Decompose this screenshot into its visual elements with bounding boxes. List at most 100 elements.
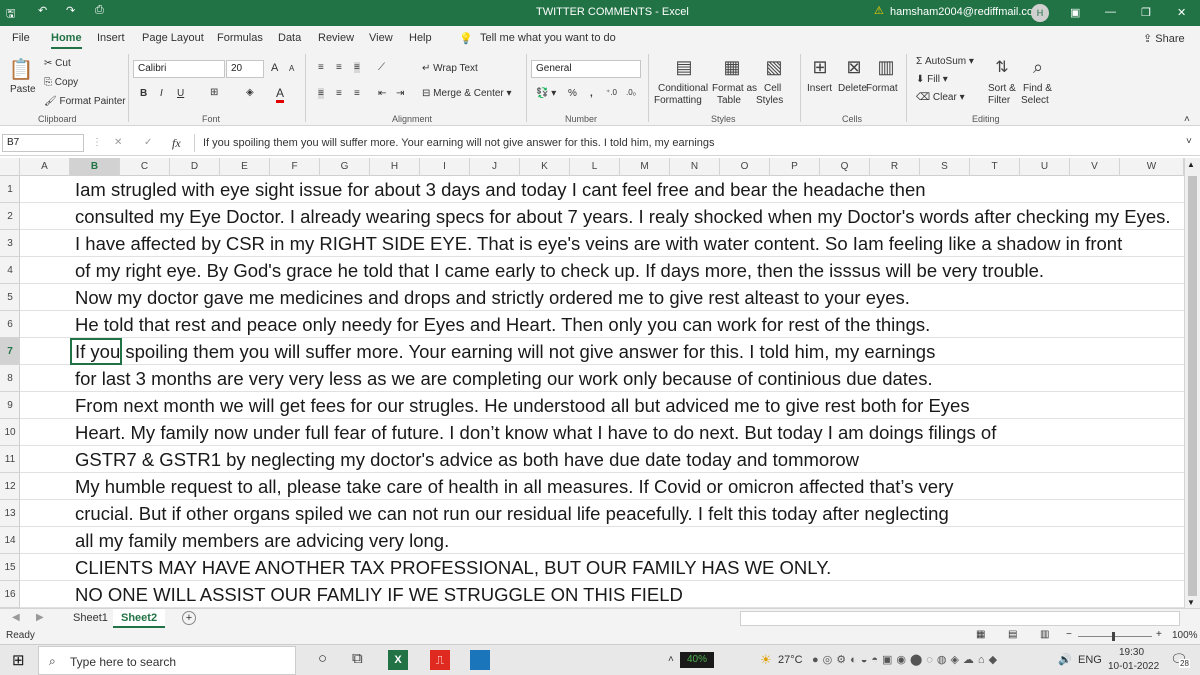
increase-decimal-icon[interactable]: ⁺.0	[606, 88, 617, 97]
cell-styles-icon[interactable]: ▧	[760, 54, 788, 80]
zoom-in-icon[interactable]: +	[1156, 629, 1162, 640]
notification-count[interactable]: 28	[1179, 659, 1190, 668]
sheet-tab-sheet1[interactable]: Sheet1	[73, 612, 108, 624]
sort-label[interactable]: Sort &	[988, 83, 1016, 94]
column-header[interactable]: J	[470, 158, 520, 176]
borders-icon[interactable]: ⊞	[210, 87, 218, 98]
prev-sheet-icon[interactable]: ◀	[12, 612, 20, 623]
collapse-ribbon-icon[interactable]: ˄	[1184, 114, 1190, 125]
fill-color-icon[interactable]: ◈	[246, 87, 254, 98]
row-header[interactable]: 16	[0, 581, 20, 608]
normal-view-icon[interactable]: ▦	[976, 629, 985, 640]
row-header[interactable]: 4	[0, 257, 20, 284]
zoom-level[interactable]: 100%	[1172, 630, 1198, 641]
show-hidden-icons[interactable]: ˄	[668, 654, 674, 665]
row-header[interactable]: 10	[0, 419, 20, 446]
decrease-indent-icon[interactable]: ⇤	[378, 88, 386, 99]
percent-button[interactable]: %	[568, 88, 577, 99]
cell-text[interactable]: Heart. My family now under full fear of …	[75, 419, 996, 446]
column-header[interactable]: B	[70, 158, 120, 176]
expand-formula-icon[interactable]: ˅	[1186, 136, 1192, 147]
format-cells-icon[interactable]: ▥	[874, 54, 898, 80]
conditional-formatting-icon[interactable]: ▤	[670, 54, 698, 80]
tell-me-search[interactable]: Tell me what you want to do	[480, 32, 616, 44]
row-header[interactable]: 15	[0, 554, 20, 581]
row-header[interactable]: 6	[0, 311, 20, 338]
add-sheet-icon[interactable]: +	[182, 611, 196, 625]
column-header[interactable]: N	[670, 158, 720, 176]
print-preview-icon[interactable]: ⎙	[95, 4, 104, 17]
column-header[interactable]: K	[520, 158, 570, 176]
row-header[interactable]: 13	[0, 500, 20, 527]
wrap-text-button[interactable]: ↵ Wrap Text	[422, 63, 478, 74]
row-header[interactable]: 3	[0, 230, 20, 257]
column-header[interactable]: L	[570, 158, 620, 176]
select-label[interactable]: Select	[1021, 95, 1049, 106]
row-header[interactable]: 9	[0, 392, 20, 419]
column-header[interactable]: A	[20, 158, 70, 176]
next-sheet-icon[interactable]: ▶	[36, 612, 44, 623]
number-format-select[interactable]: General	[531, 60, 641, 78]
column-header[interactable]: P	[770, 158, 820, 176]
scroll-down-icon[interactable]: ▼	[1187, 598, 1195, 607]
row-header[interactable]: 7	[0, 338, 20, 365]
underline-button[interactable]: U	[177, 88, 184, 99]
cell-text[interactable]: of my right eye. By God's grace he told …	[75, 257, 1044, 284]
column-header[interactable]: E	[220, 158, 270, 176]
sheet-tab-sheet2[interactable]: Sheet2	[113, 609, 166, 628]
language-indicator[interactable]: ENG	[1078, 654, 1102, 666]
align-left-icon[interactable]: ≡	[318, 88, 324, 99]
tab-data[interactable]: Data	[278, 32, 301, 44]
font-size-select[interactable]: 20	[226, 60, 264, 78]
cell-text[interactable]: NO ONE WILL ASSIST OUR FAMLIY IF WE STRU…	[75, 581, 683, 608]
cell-text[interactable]: for last 3 months are very very less as …	[75, 365, 933, 392]
cell-text[interactable]: I have affected by CSR in my RIGHT SIDE …	[75, 230, 1122, 257]
windows-start-icon[interactable]: ⊞	[12, 651, 25, 669]
insert-function-button[interactable]: fx	[172, 136, 181, 151]
autosum-button[interactable]: Σ AutoSum ▾	[916, 56, 974, 67]
save-icon[interactable]: 🖫	[6, 5, 15, 24]
table-label[interactable]: Table	[717, 95, 741, 106]
shrink-font-button[interactable]: A	[289, 64, 294, 73]
align-right-icon[interactable]: ≡	[354, 88, 360, 99]
row-header[interactable]: 14	[0, 527, 20, 554]
row-header[interactable]: 2	[0, 203, 20, 230]
redo-icon[interactable]: ↷	[66, 4, 75, 17]
find-label[interactable]: Find &	[1023, 83, 1052, 94]
formula-input[interactable]: If you spoiling them you will suffer mor…	[203, 137, 715, 149]
row-header[interactable]: 1	[0, 176, 20, 203]
undo-icon[interactable]: ↶	[38, 4, 47, 17]
column-header[interactable]: M	[620, 158, 670, 176]
cut-button[interactable]: ✂ Cut	[44, 58, 71, 69]
page-break-icon[interactable]: ▥	[1040, 629, 1049, 640]
clear-button[interactable]: ⌫ Clear ▾	[916, 92, 965, 103]
horizontal-scrollbar[interactable]	[740, 611, 1180, 626]
cell-text[interactable]: consulted my Eye Doctor. I already weari…	[75, 203, 1171, 230]
tab-home[interactable]: Home	[51, 32, 82, 49]
styles-label[interactable]: Styles	[756, 95, 783, 106]
align-middle-icon[interactable]: ≡	[336, 62, 342, 73]
cell-text[interactable]: My humble request to all, please take ca…	[75, 473, 954, 500]
close-icon[interactable]: ✕	[1177, 6, 1186, 19]
row-header[interactable]: 12	[0, 473, 20, 500]
cell-text[interactable]: From next month we will get fees for our…	[75, 392, 970, 419]
font-color-button[interactable]: A	[276, 86, 285, 103]
column-header[interactable]: C	[120, 158, 170, 176]
excel-taskbar-icon[interactable]: X	[388, 650, 408, 670]
italic-button[interactable]: I	[160, 88, 163, 99]
merge-center-button[interactable]: ⊟ Merge & Center ▾	[422, 88, 512, 99]
cell-text-selected[interactable]: If you spoiling them you will suffer mor…	[75, 338, 935, 365]
cell-text[interactable]: Iam strugled with eye sight issue for ab…	[75, 176, 926, 203]
vertical-scrollbar[interactable]: ▲ ▼	[1184, 158, 1200, 608]
column-header[interactable]: S	[920, 158, 970, 176]
restore-icon[interactable]: ❐	[1141, 6, 1151, 19]
align-bottom-icon[interactable]: ≡	[354, 62, 360, 73]
row-header[interactable]: 5	[0, 284, 20, 311]
orientation-icon[interactable]: ⟋	[378, 62, 385, 73]
tab-insert[interactable]: Insert	[97, 32, 125, 44]
cell-text[interactable]: GSTR7 & GSTR1 by neglecting my doctor's …	[75, 446, 859, 473]
scroll-thumb[interactable]	[1188, 176, 1197, 596]
minimize-icon[interactable]: —	[1105, 6, 1116, 18]
tab-review[interactable]: Review	[318, 32, 354, 44]
sort-filter-icon[interactable]: ⇅	[990, 54, 1014, 80]
